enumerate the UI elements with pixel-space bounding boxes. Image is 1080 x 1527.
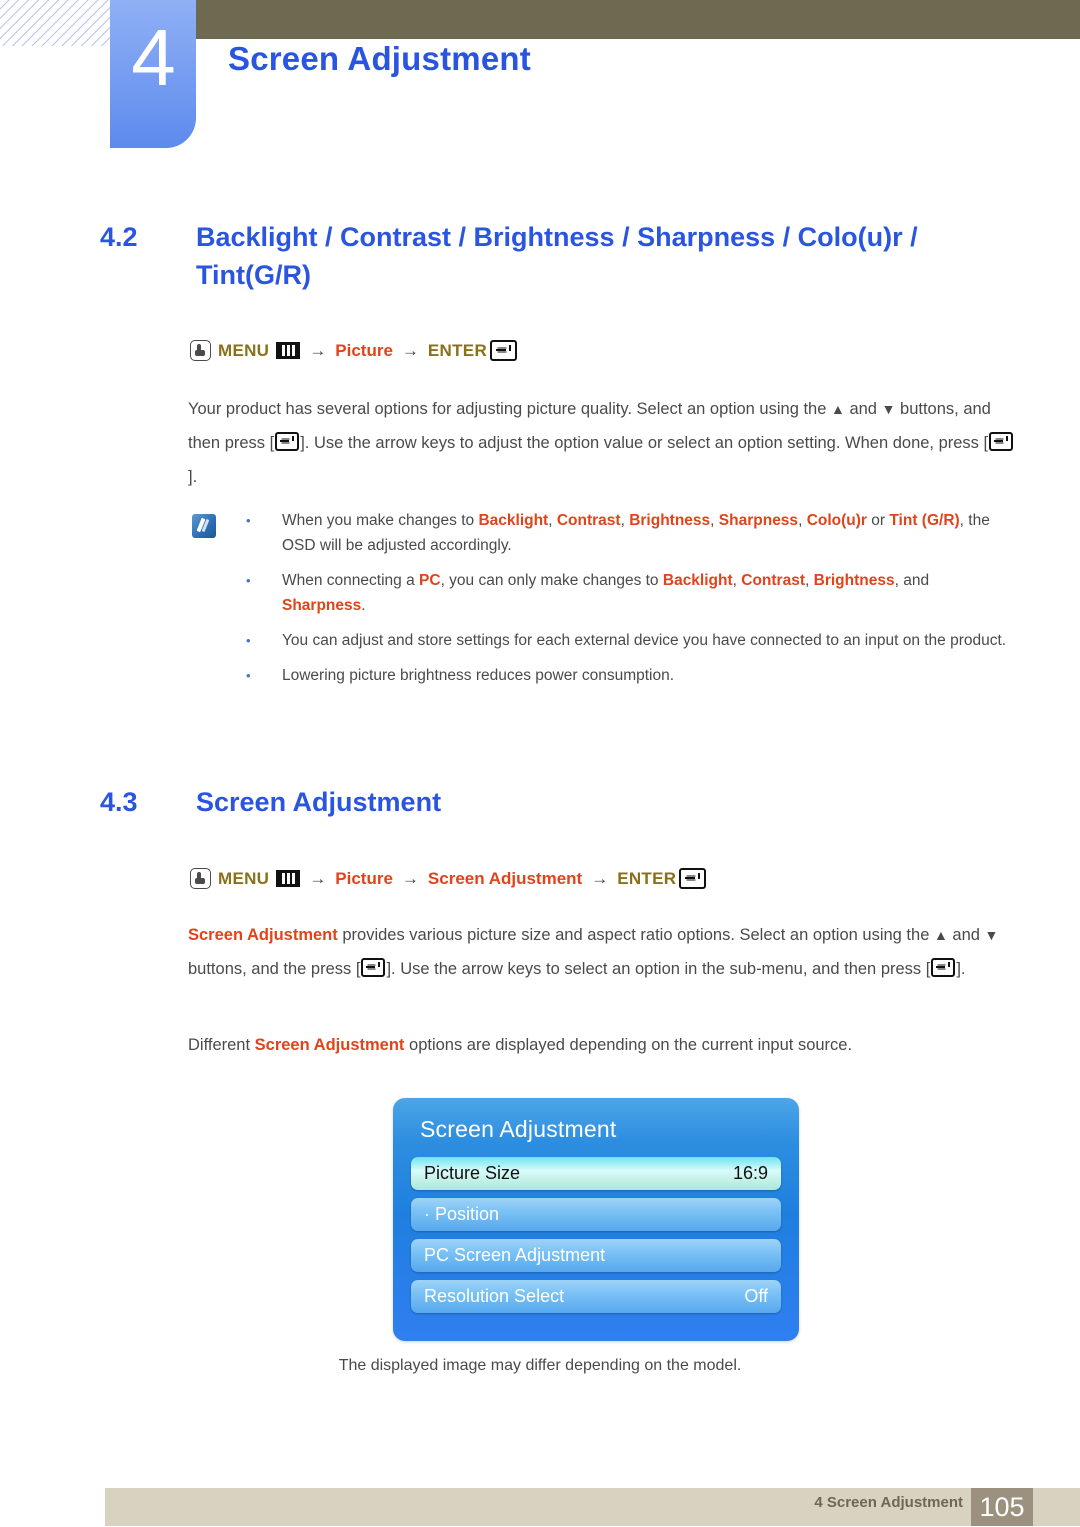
paragraph-picture-options: Your product has several options for adj… <box>188 392 1016 494</box>
osd-row-pc-screen-adjustment[interactable]: PC Screen Adjustment <box>411 1239 781 1272</box>
down-arrow-glyph-1: ▼ <box>881 401 896 417</box>
chapter-number: 4 <box>131 13 175 102</box>
chapter-number-tab: 4 <box>110 0 196 148</box>
path-arrow-1: → <box>309 868 327 888</box>
osd-row-resolution-select[interactable]: Resolution Select Off <box>411 1280 781 1313</box>
enter-key-icon-inline-2 <box>989 432 1014 451</box>
osd-title: Screen Adjustment <box>420 1116 617 1142</box>
osd-row-picture-size[interactable]: Picture Size 16:9 <box>411 1157 781 1190</box>
para2-text-e: ]. <box>956 960 966 978</box>
note-term-pc: PC <box>419 572 441 589</box>
osd-row-position[interactable]: · Position <box>411 1198 781 1231</box>
para2-text-d: ]. Use the arrow keys to select an optio… <box>386 960 931 978</box>
note-item: You can adjust and store settings for ea… <box>188 628 1016 653</box>
path-arrow-3: → <box>591 868 609 888</box>
menu-path-picture: Picture <box>335 868 393 888</box>
path-arrow-1: → <box>309 340 327 360</box>
section-heading-4-3: 4.3 Screen Adjustment <box>100 783 1030 821</box>
enter-key-icon-inline-1 <box>275 432 300 451</box>
path-arrow-2: → <box>401 868 419 888</box>
menu-path-picture: Picture <box>335 340 393 360</box>
menu-bars-icon <box>276 870 301 887</box>
menu-bars-icon <box>276 342 301 359</box>
note-term-backlight-2: Backlight <box>662 572 733 589</box>
enter-label: ENTER <box>617 868 677 888</box>
para1-text-e: ]. <box>188 468 198 486</box>
section-title-4-3: Screen Adjustment <box>196 787 442 817</box>
note-term-contrast: Contrast <box>556 512 621 529</box>
section-heading-4-2: 4.2 Backlight / Contrast / Brightness / … <box>100 218 1030 294</box>
enter-label: ENTER <box>427 340 488 360</box>
menu-path-4-2: MENU → Picture → ENTER <box>190 340 518 361</box>
note-list: When you make changes to Backlight, Cont… <box>188 508 1016 688</box>
section-title-4-2: Backlight / Contrast / Brightness / Shar… <box>196 222 918 290</box>
para2-text-c: buttons, and the press [ <box>188 960 361 978</box>
path-arrow-2: → <box>401 340 419 360</box>
para1-text-d: ]. Use the arrow keys to adjust the opti… <box>300 434 989 452</box>
note-term-sharpness-2: Sharpness <box>282 597 362 614</box>
note-term-colour: Colo(u)r <box>806 512 867 529</box>
note-term-backlight: Backlight <box>478 512 549 529</box>
hand-press-icon <box>190 868 211 889</box>
osd-row-value: Off <box>744 1286 768 1306</box>
enter-key-icon-inline-3 <box>361 958 386 977</box>
para2-text-a: provides various picture size and aspect… <box>342 926 930 944</box>
enter-key-icon-inline-4 <box>931 958 956 977</box>
enter-key-icon <box>679 868 707 889</box>
paragraph-screen-adjustment: Screen Adjustment provides various pictu… <box>188 918 1016 986</box>
decorative-hatch-pattern <box>0 0 112 46</box>
para1-text-b: and <box>849 400 877 418</box>
osd-row-label: Resolution Select <box>424 1286 565 1306</box>
up-arrow-glyph-2: ▲ <box>933 927 948 943</box>
section-number-4-2: 4.2 <box>100 222 138 252</box>
note-term-brightness: Brightness <box>629 512 711 529</box>
note-term-sharpness: Sharpness <box>718 512 799 529</box>
osd-row-label: PC Screen Adjustment <box>424 1245 606 1265</box>
up-arrow-glyph-1: ▲ <box>831 401 845 417</box>
note-term-tint: Tint (G/R) <box>889 512 960 529</box>
osd-row-label: · Position <box>424 1204 500 1224</box>
para3-term-screen-adjustment: Screen Adjustment <box>254 1036 405 1054</box>
section-number-4-3: 4.3 <box>100 787 138 817</box>
note-item: When you make changes to Backlight, Cont… <box>188 508 1016 558</box>
osd-row-value: 16:9 <box>732 1163 768 1183</box>
para3-text-b: options are displayed depending on the c… <box>409 1036 853 1054</box>
osd-panel: Screen Adjustment Picture Size 16:9 · Po… <box>393 1098 799 1341</box>
menu-path-4-3: MENU → Picture → Screen Adjustment → ENT… <box>190 868 707 889</box>
menu-path-screen-adjustment: Screen Adjustment <box>427 868 583 888</box>
note-term-brightness-2: Brightness <box>813 572 895 589</box>
footer-page-number: 105 <box>971 1488 1033 1526</box>
menu-label: MENU <box>218 868 270 888</box>
enter-key-icon <box>490 340 518 361</box>
osd-caption: The displayed image may differ depending… <box>338 1357 742 1374</box>
para2-text-b: and <box>952 926 980 944</box>
para3-text-a: Different <box>188 1036 251 1054</box>
header-olive-bar <box>196 0 1080 39</box>
osd-row-label: Picture Size <box>424 1163 521 1183</box>
note-block: When you make changes to Backlight, Cont… <box>188 508 1016 698</box>
note-item: Lowering picture brightness reduces powe… <box>188 663 1016 688</box>
para2-term-screen-adjustment: Screen Adjustment <box>188 926 338 944</box>
paragraph-input-source: Different Screen Adjustment options are … <box>188 1028 1016 1062</box>
footer-chapter-label: 4 Screen Adjustment <box>814 1494 963 1511</box>
para1-text-a: Your product has several options for adj… <box>188 400 827 418</box>
hand-press-icon <box>190 340 211 361</box>
chapter-title: Screen Adjustment <box>228 40 531 77</box>
note-term-contrast-2: Contrast <box>741 572 805 589</box>
note-item: When connecting a PC, you can only make … <box>188 568 1016 618</box>
menu-label: MENU <box>218 340 270 360</box>
down-arrow-glyph-2: ▼ <box>984 927 999 943</box>
